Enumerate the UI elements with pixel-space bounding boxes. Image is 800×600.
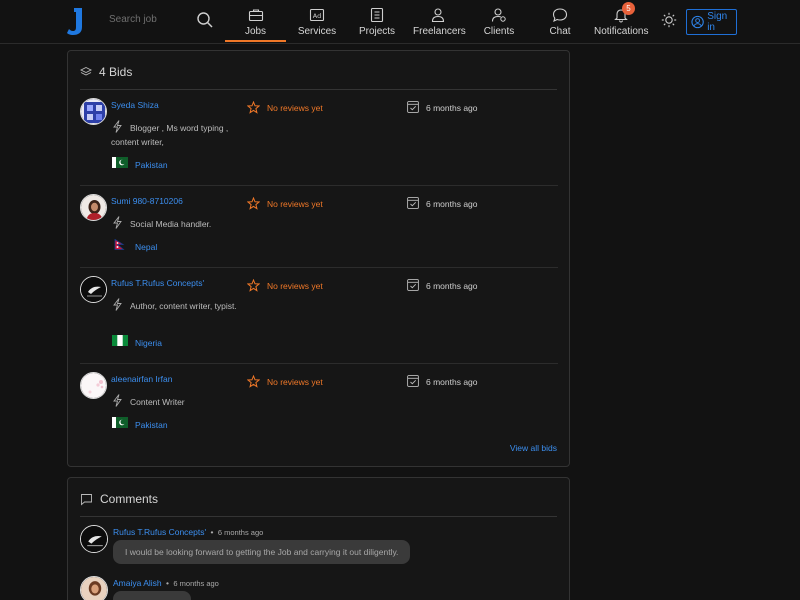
nav-label: Freelancers [413, 26, 466, 37]
bidder-skills: Blogger , Ms word typing , content write… [111, 123, 229, 147]
pakistan-flag-icon [112, 417, 128, 428]
bids-card: 4 Bids Syeda Shiza Blogger , Ms word typ… [67, 50, 570, 467]
user-circle-icon [691, 15, 704, 29]
bidder-skills: Content Writer [130, 397, 185, 407]
chat-bubble-icon [552, 8, 568, 23]
star-icon [247, 197, 260, 210]
avatar[interactable] [80, 98, 107, 125]
sign-in-label: Sign in [707, 11, 728, 33]
calendar-check-icon [407, 101, 419, 113]
avatar[interactable] [80, 525, 108, 553]
avatar[interactable] [80, 276, 107, 303]
bids-title: 4 Bids [99, 65, 133, 79]
bidder-name-link[interactable]: Sumi 980-8710206 [111, 196, 183, 206]
search-input[interactable]: Search job [109, 14, 157, 25]
bidder-skills: Social Media handler. [130, 219, 212, 229]
comment-text: I would be looking forward to getting th… [113, 540, 411, 564]
view-all-bids-link[interactable]: View all bids [510, 443, 557, 453]
nav-label: Clients [483, 26, 515, 37]
comments-title: Comments [100, 492, 159, 506]
theme-toggle-sun-icon[interactable] [661, 12, 677, 28]
avatar[interactable] [80, 576, 108, 600]
commenter-name-link[interactable]: Amaiya Alish [113, 578, 162, 588]
comment-item: Rufus T.Rufus Concepts' • 6 months ago I… [80, 525, 558, 567]
separator-dot: • [166, 578, 170, 588]
person-icon [431, 8, 445, 23]
bid-time: 6 months ago [426, 377, 478, 387]
reviews-status: No reviews yet [267, 377, 323, 387]
separator-dot: • [210, 527, 214, 537]
calendar-check-icon [407, 279, 419, 291]
comments-card: Comments Rufus T.Rufus Concepts' • 6 mon… [67, 477, 570, 600]
nav-label: Services [297, 26, 337, 37]
reviews-status: No reviews yet [267, 199, 323, 209]
star-icon [247, 279, 260, 292]
country-link[interactable]: Nigeria [135, 338, 162, 348]
pakistan-flag-icon [112, 157, 128, 168]
comment-text [113, 591, 191, 600]
comment-time: 6 months ago [217, 528, 264, 537]
bid-item: Sumi 980-8710206 Social Media handler. N… [80, 186, 558, 268]
comment-item: Amaiya Alish • 6 months ago [80, 576, 558, 600]
nigeria-flag-icon [112, 335, 128, 346]
bidder-name-link[interactable]: Rufus T.Rufus Concepts' [111, 278, 204, 288]
nav-freelancers[interactable]: Freelancers [413, 0, 466, 42]
bid-item: Rufus T.Rufus Concepts' Author, content … [80, 268, 558, 364]
nav-jobs[interactable]: Jobs [225, 0, 286, 42]
nav-clients[interactable]: Clients [481, 0, 517, 42]
comment-time: 6 months ago [173, 579, 219, 588]
nav-projects[interactable]: Projects [358, 0, 396, 42]
bidder-name-link[interactable]: Syeda Shiza [111, 100, 159, 110]
divider [80, 516, 557, 517]
notification-badge: 5 [622, 2, 635, 15]
site-logo[interactable] [66, 6, 88, 36]
ad-icon: Ad [309, 8, 325, 22]
avatar[interactable] [80, 372, 107, 399]
bidder-name-link[interactable]: aleenairfan Irfan [111, 374, 172, 384]
nav-chat[interactable]: Chat [546, 0, 574, 42]
layers-icon [80, 66, 92, 76]
notebook-icon [370, 7, 384, 23]
briefcase-icon [248, 9, 263, 22]
country-link[interactable]: Nepal [135, 242, 157, 252]
reviews-status: No reviews yet [267, 281, 323, 291]
bid-item: Syeda Shiza Blogger , Ms word typing , c… [80, 90, 558, 186]
calendar-check-icon [407, 197, 419, 209]
nav-label: Chat [549, 26, 571, 37]
bid-time: 6 months ago [426, 199, 478, 209]
bid-item: aleenairfan Irfan Content Writer Pakista… [80, 364, 558, 436]
country-link[interactable]: Pakistan [135, 160, 168, 170]
comment-icon [81, 493, 92, 505]
bidder-skills: Author, content writer, typist. [130, 301, 237, 311]
search-icon[interactable] [196, 11, 214, 29]
commenter-name-link[interactable]: Rufus T.Rufus Concepts' [113, 527, 206, 537]
comment-header: Amaiya Alish • 6 months ago [113, 578, 219, 588]
svg-text:Ad: Ad [313, 12, 321, 20]
star-icon [247, 375, 260, 388]
reviews-status: No reviews yet [267, 103, 323, 113]
comment-header: Rufus T.Rufus Concepts' • 6 months ago [113, 527, 263, 537]
nav-label: Notifications [594, 26, 649, 37]
star-icon [247, 101, 260, 114]
nav-label: Jobs [244, 26, 267, 37]
bid-time: 6 months ago [426, 103, 478, 113]
country-link[interactable]: Pakistan [135, 420, 168, 430]
sign-in-button[interactable]: Sign in [686, 9, 737, 35]
calendar-check-icon [407, 375, 419, 387]
person-gear-icon [491, 8, 506, 22]
nav-services[interactable]: Ad Services [295, 0, 339, 42]
avatar[interactable] [80, 194, 107, 221]
bids-header: 4 Bids [80, 65, 132, 79]
bid-time: 6 months ago [426, 281, 478, 291]
nav-notifications[interactable]: Notifications [594, 0, 648, 42]
nepal-flag-icon [114, 239, 125, 250]
top-navbar: Search job Jobs Ad Services Projects Fre… [0, 0, 800, 44]
nav-label: Projects [358, 26, 396, 37]
comments-header: Comments [80, 492, 158, 506]
